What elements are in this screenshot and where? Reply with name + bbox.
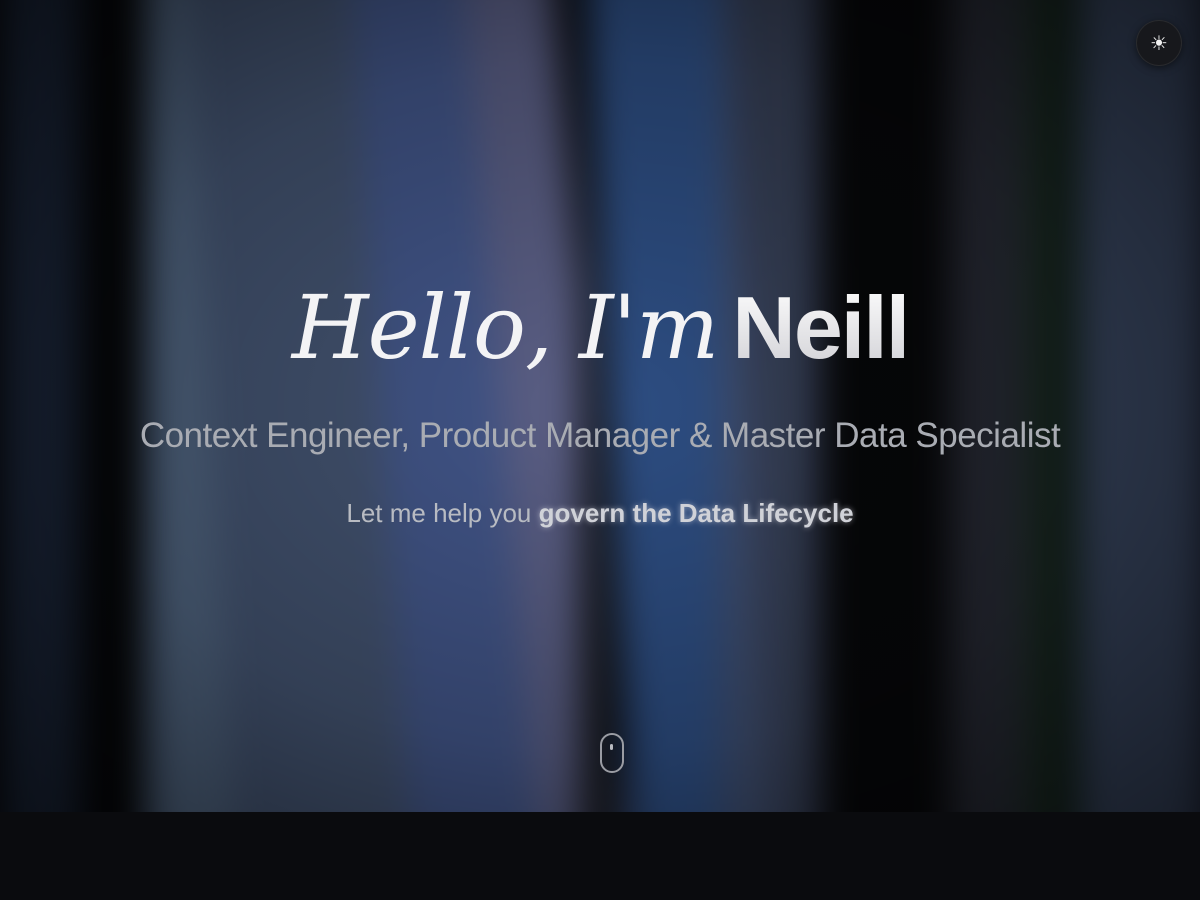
hero-section: Hello, I'm Neill Context Engineer, Produc…: [0, 0, 1200, 812]
greeting-text: Hello, I'm: [291, 276, 719, 379]
tagline-highlight: govern the Data Lifecycle: [538, 498, 854, 528]
theme-toggle-button[interactable]: ☀: [1136, 20, 1182, 66]
hero-tagline: Let me help you govern the Data Lifecycl…: [0, 498, 1200, 529]
mouse-scroll-icon[interactable]: [600, 733, 624, 773]
hero-headline: Hello, I'm Neill: [0, 276, 1200, 379]
vignette-overlay: [0, 0, 1200, 812]
tagline-prefix: Let me help you: [346, 498, 532, 528]
mouse-wheel: [610, 744, 613, 750]
sun-icon: ☀: [1150, 32, 1168, 55]
hero-subtitle: Context Engineer, Product Manager & Mast…: [139, 416, 1061, 455]
name-text: Neill: [732, 278, 910, 377]
page-bottom-band: [0, 812, 1200, 900]
